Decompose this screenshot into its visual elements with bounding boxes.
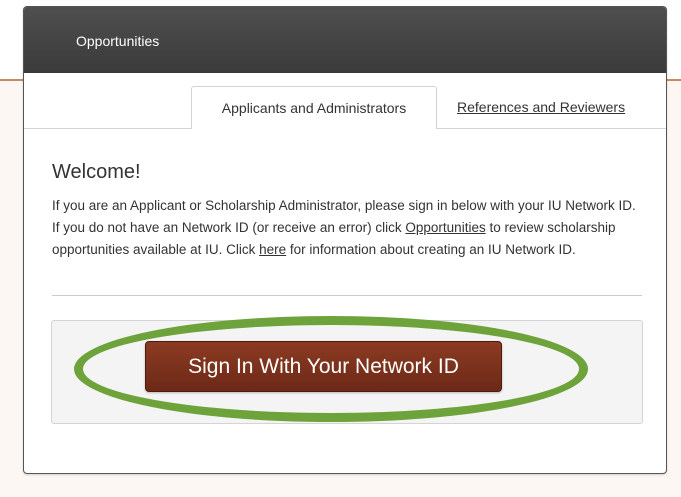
card-header: Opportunities [24, 7, 666, 73]
welcome-text-part-3: for information about creating an IU Net… [286, 242, 576, 257]
opportunities-link[interactable]: Opportunities [405, 220, 485, 235]
sign-in-button[interactable]: Sign In With Your Network ID [145, 341, 502, 392]
welcome-title: Welcome! [52, 161, 141, 183]
welcome-text: If you are an Applicant or Scholarship A… [52, 195, 644, 261]
here-link[interactable]: here [259, 242, 286, 257]
tab-applicants-and-administrators[interactable]: Applicants and Administrators [191, 86, 437, 129]
login-card: Opportunities Applicants and Administrat… [23, 6, 667, 474]
tab-references-and-reviewers[interactable]: References and Reviewers [457, 86, 625, 128]
divider [52, 295, 642, 296]
header-title: Opportunities [76, 33, 160, 49]
